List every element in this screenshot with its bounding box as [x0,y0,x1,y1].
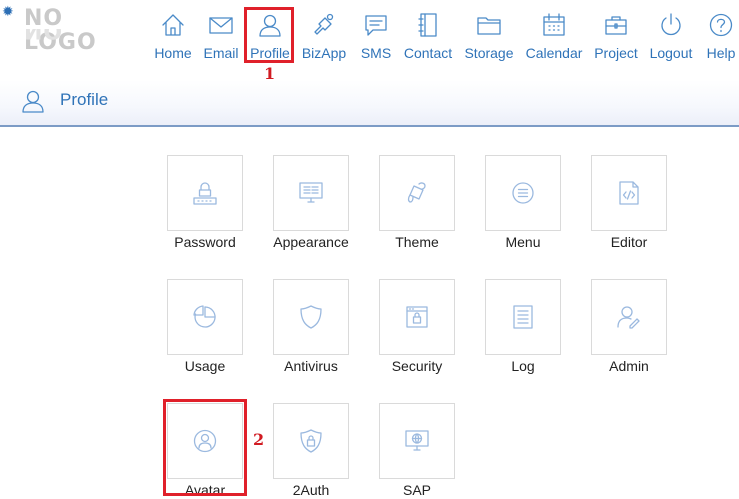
profile-header-icon [22,90,44,113]
top-nav: Home Email Profile BizApp SMS Contact St… [0,0,739,70]
highlight-box-profile [244,7,294,63]
project-icon [605,16,627,35]
tile-menu-label: Menu [505,234,541,250]
contact-icon [418,13,437,37]
tile-editor-box [591,155,667,231]
tile-password-label: Password [174,234,236,250]
menu-icon [512,182,534,204]
page-title: Profile [60,90,109,109]
usage-icon [193,305,216,328]
tile-log-label: Log [511,358,535,374]
tile-password-box [167,155,243,231]
admin-icon [617,306,640,329]
logout-icon [661,13,681,36]
tile-antivirus[interactable]: Antivirus [273,279,349,375]
editor-icon [619,181,639,205]
tile-sap[interactable]: SAP [379,403,455,499]
nav-sms[interactable]: SMS [358,12,394,64]
log-icon [513,305,533,329]
2auth-icon [300,429,322,453]
tile-theme-label: Theme [395,234,439,250]
nav-email-label: Email [203,45,239,61]
password-icon [193,182,217,205]
highlight-box-avatar [163,399,247,496]
tile-appearance[interactable]: Appearance [273,155,349,251]
nav-sms-label: SMS [360,45,392,61]
tile-security-box [379,279,455,355]
tile-appearance-label: Appearance [273,234,349,250]
sms-icon [365,15,387,36]
theme-icon [407,182,426,203]
home-icon [162,14,184,36]
tile-sap-box [379,403,455,479]
tile-usage-label: Usage [184,358,226,374]
sap-icon [405,430,429,451]
tile-editor[interactable]: Editor [591,155,667,251]
tile-log[interactable]: Log [485,279,561,375]
nav-help[interactable]: Help [704,12,738,64]
tile-menu-box [485,155,561,231]
nav-bizapp[interactable]: BizApp [300,12,348,64]
tile-usage-box [167,279,243,355]
nav-email[interactable]: Email [202,12,240,64]
storage-icon [477,17,501,35]
nav-logout[interactable]: Logout [648,12,694,64]
tile-admin-label: Admin [609,358,649,374]
step-marker-2: 2 [253,430,265,449]
tile-security-label: Security [391,358,443,374]
appearance-icon [299,182,323,203]
tile-sap-label: SAP [402,482,431,498]
nav-calendar-label: Calendar [525,45,583,61]
nav-storage[interactable]: Storage [463,12,515,64]
tile-2auth-box [273,403,349,479]
tile-admin[interactable]: Admin [591,279,667,375]
antivirus-icon [300,305,322,329]
nav-bizapp-label: BizApp [301,45,347,61]
email-icon [209,17,233,34]
nav-home-label: Home [154,45,192,61]
tile-editor-label: Editor [610,234,648,250]
nav-storage-label: Storage [464,45,514,61]
nav-contact[interactable]: Contact [402,12,454,64]
tile-appearance-box [273,155,349,231]
calendar-icon [543,13,565,36]
tile-2auth[interactable]: 2Auth [273,403,349,499]
nav-logout-label: Logout [649,45,693,61]
tile-admin-box [591,279,667,355]
tile-antivirus-box [273,279,349,355]
tile-usage[interactable]: Usage [167,279,243,375]
tile-2auth-label: 2Auth [292,482,330,498]
tile-theme-box [379,155,455,231]
nav-project-label: Project [594,45,638,61]
tile-security[interactable]: Security [379,279,455,375]
bizapp-icon [314,13,334,35]
nav-calendar[interactable]: Calendar [524,12,584,64]
nav-help-label: Help [706,45,736,61]
help-icon [709,13,733,37]
tile-antivirus-label: Antivirus [284,358,338,374]
nav-project[interactable]: Project [593,12,639,64]
tile-menu[interactable]: Menu [485,155,561,251]
security-icon [406,306,428,328]
nav-home[interactable]: Home [152,12,194,64]
tile-password[interactable]: Password [167,155,243,251]
tile-log-box [485,279,561,355]
tile-theme[interactable]: Theme [379,155,455,251]
page-header: Profile [0,80,739,127]
nav-contact-label: Contact [403,45,453,61]
